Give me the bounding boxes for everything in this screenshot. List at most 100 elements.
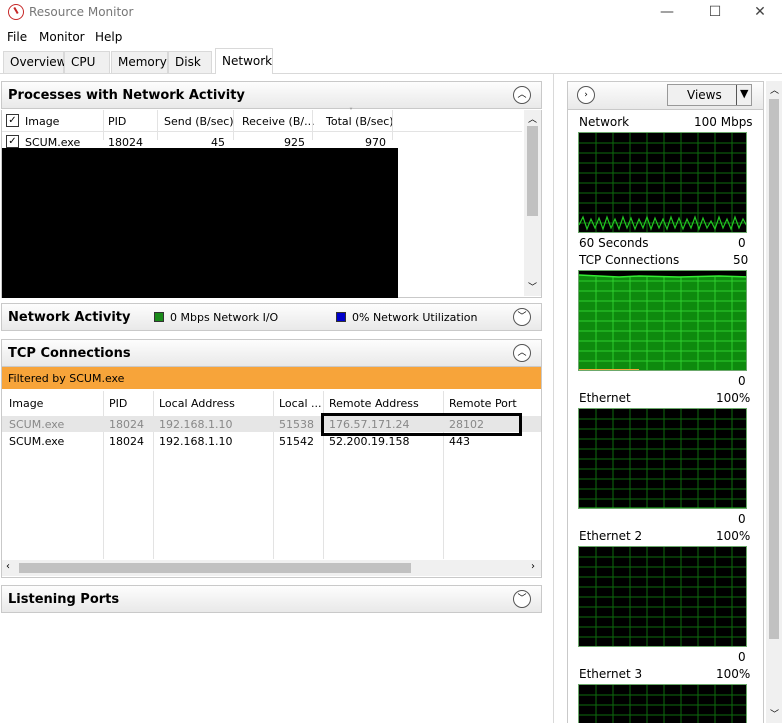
row-checkbox[interactable]: ✓ xyxy=(6,135,19,148)
network-graph xyxy=(578,132,747,233)
graph-ethernet2-title: Ethernet 2 xyxy=(579,529,643,543)
filter-bar[interactable]: Filtered by SCUM.exe xyxy=(2,367,541,389)
tcp-pid: 18024 xyxy=(109,418,144,431)
select-all-checkbox[interactable]: ✓ xyxy=(6,114,19,127)
table-row[interactable]: SCUM.exe 18024 192.168.1.10 51542 52.200… xyxy=(2,434,541,450)
network-activity-title: Network Activity xyxy=(8,310,131,325)
views-label: Views xyxy=(687,88,722,102)
network-activity-header[interactable]: Network Activity 0 Mbps Network I/O 0% N… xyxy=(1,303,542,331)
tcp-image: SCUM.exe xyxy=(9,418,65,431)
collapse-processes-button[interactable]: ︿ xyxy=(513,86,531,104)
tcp-connections-graph xyxy=(578,270,747,371)
tab-memory[interactable]: Memory xyxy=(111,51,168,73)
col-pid[interactable]: PID xyxy=(108,115,126,128)
network-io-legend-swatch xyxy=(154,312,164,322)
graph-ethernet3-max: 100% xyxy=(716,667,751,681)
graph-ethernet-min: 0 xyxy=(738,512,746,526)
col-pid[interactable]: PID xyxy=(109,397,127,410)
table-row[interactable]: ✓ SCUM.exe 18024 45 925 970 xyxy=(2,134,522,149)
listening-ports-header[interactable]: Listening Ports ﹀ xyxy=(1,585,542,613)
graph-ethernet2-min: 0 xyxy=(738,650,746,664)
network-graph-svg xyxy=(579,133,746,232)
network-util-text: 0% Network Utilization xyxy=(352,311,478,324)
graphs-scrollbar[interactable]: ︿ ﹀ xyxy=(766,81,782,723)
tab-disk[interactable]: Disk xyxy=(168,51,212,73)
tcp-connections-title: TCP Connections xyxy=(8,346,131,361)
tcp-local-port: 51538 xyxy=(279,418,314,431)
expand-side-pane-button[interactable]: › xyxy=(577,86,595,104)
tab-cpu[interactable]: CPU xyxy=(64,51,110,73)
menu-file[interactable]: File xyxy=(7,30,27,44)
tcp-remote-port: 443 xyxy=(449,435,470,448)
col-remote-port[interactable]: Remote Port xyxy=(449,397,517,410)
graph-network-title: Network xyxy=(579,115,630,129)
expand-listening-ports-button[interactable]: ﹀ xyxy=(513,590,531,608)
menu-help[interactable]: Help xyxy=(95,30,122,44)
scroll-down-icon[interactable]: ﹀ xyxy=(528,280,537,293)
menu-bar: File Monitor Help xyxy=(0,27,782,47)
scroll-right-icon[interactable]: › xyxy=(531,561,535,572)
tcp-hscrollbar[interactable]: ‹ › xyxy=(2,560,541,576)
col-local-address[interactable]: Local Address xyxy=(159,397,235,410)
collapse-tcp-button[interactable]: ︿ xyxy=(513,344,531,362)
graph-tcp-title: TCP Connections xyxy=(579,253,680,267)
network-util-legend-swatch xyxy=(336,312,346,322)
window-title: Resource Monitor xyxy=(29,5,134,19)
graph-network-duration: 60 Seconds xyxy=(579,236,649,250)
graph-network-min: 0 xyxy=(738,236,746,250)
graph-ethernet-max: 100% xyxy=(716,391,751,405)
scroll-up-icon[interactable]: ︿ xyxy=(770,83,779,96)
graph-network-max: 100 Mbps xyxy=(694,115,753,129)
processes-scrollbar[interactable]: ︿ ﹀ xyxy=(524,110,541,296)
pane-divider[interactable] xyxy=(553,74,554,723)
graphs-toolbar: › Views ▼ xyxy=(567,81,764,110)
col-send[interactable]: Send (B/sec) xyxy=(164,115,234,128)
tcp-remote-address: 52.200.19.158 xyxy=(329,435,410,448)
scroll-thumb[interactable] xyxy=(769,99,779,639)
tcp-pid: 18024 xyxy=(109,435,144,448)
processes-panel-title: Processes with Network Activity xyxy=(8,88,245,103)
tcp-connections-header[interactable]: TCP Connections ︿ xyxy=(1,339,542,367)
expand-network-activity-button[interactable]: ﹀ xyxy=(513,308,531,326)
sort-indicator-icon: ˅ xyxy=(349,107,353,116)
col-remote-address[interactable]: Remote Address xyxy=(329,397,419,410)
ethernet3-graph xyxy=(578,684,747,723)
redacted-area xyxy=(2,148,398,298)
scroll-up-icon[interactable]: ︿ xyxy=(528,112,537,125)
col-image[interactable]: Image xyxy=(25,115,59,128)
highlight-box xyxy=(321,413,522,436)
graph-tcp-min: 0 xyxy=(738,374,746,388)
network-io-text: 0 Mbps Network I/O xyxy=(170,311,279,324)
minimize-button[interactable]: — xyxy=(644,2,690,24)
scroll-thumb[interactable] xyxy=(527,126,538,216)
resource-monitor-icon xyxy=(8,4,24,20)
tab-network[interactable]: Network xyxy=(215,48,273,74)
close-button[interactable]: ✕ xyxy=(737,2,782,24)
col-image[interactable]: Image xyxy=(9,397,43,410)
col-local-port[interactable]: Local ... xyxy=(279,397,322,410)
processes-panel-header[interactable]: Processes with Network Activity ︿ xyxy=(1,81,542,109)
tab-bar: Overview CPU Memory Disk Network xyxy=(0,47,782,74)
col-receive[interactable]: Receive (B/... xyxy=(242,115,315,128)
maximize-button[interactable]: ☐ xyxy=(692,2,738,24)
dropdown-arrow-icon[interactable]: ▼ xyxy=(740,87,748,100)
menu-monitor[interactable]: Monitor xyxy=(39,30,85,44)
views-dropdown[interactable]: Views ▼ xyxy=(667,84,752,106)
tcp-local-address: 192.168.1.10 xyxy=(159,418,233,431)
scroll-down-icon[interactable]: ﹀ xyxy=(770,707,779,720)
ethernet-graph xyxy=(578,408,747,509)
tcp-graph-svg xyxy=(579,274,746,370)
graph-ethernet-title: Ethernet xyxy=(579,391,631,405)
graph-ethernet3-title: Ethernet 3 xyxy=(579,667,643,681)
tcp-image: SCUM.exe xyxy=(9,435,65,448)
tab-overview[interactable]: Overview xyxy=(3,51,67,73)
graph-ethernet2-max: 100% xyxy=(716,529,751,543)
listening-ports-title: Listening Ports xyxy=(8,592,120,607)
scroll-left-icon[interactable]: ‹ xyxy=(6,561,10,572)
tcp-table: Filtered by SCUM.exe Image PID Local Add… xyxy=(1,367,542,578)
scroll-thumb[interactable] xyxy=(19,563,411,573)
title-bar: Resource Monitor — ☐ ✕ xyxy=(0,0,782,26)
tcp-local-port: 51542 xyxy=(279,435,314,448)
ethernet2-graph xyxy=(578,546,747,647)
col-total[interactable]: Total (B/sec) xyxy=(326,115,394,128)
